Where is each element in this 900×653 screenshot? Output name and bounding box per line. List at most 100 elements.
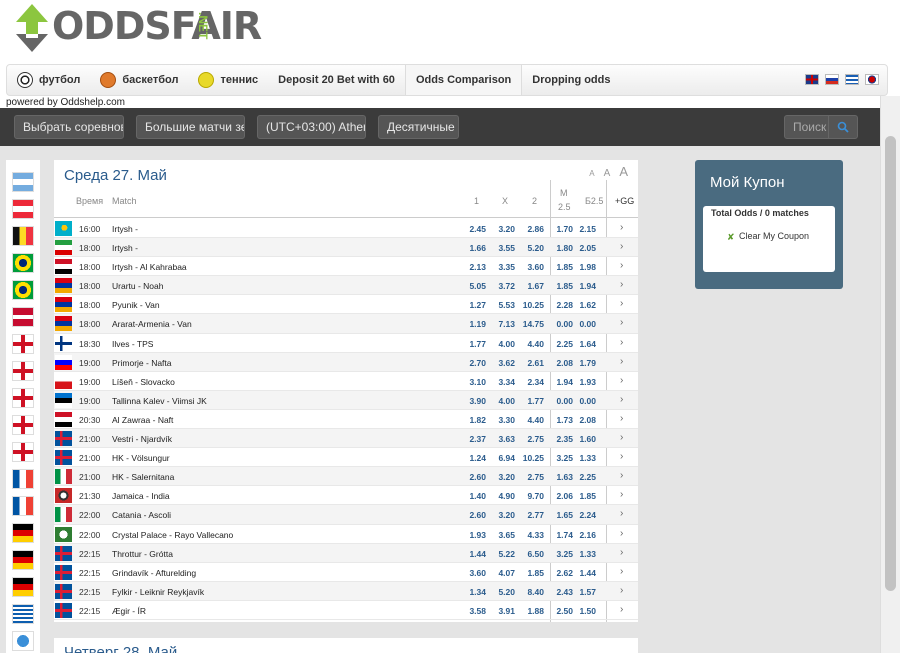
odd-x[interactable]: 4.07 (487, 568, 515, 578)
odd-1[interactable]: 1.34 (458, 587, 486, 597)
odd-2[interactable]: 2.86 (516, 224, 544, 234)
france-flag-icon[interactable] (12, 496, 34, 516)
odd-2[interactable]: 1.67 (516, 281, 544, 291)
odd-1[interactable]: 1.19 (458, 319, 486, 329)
odds-format-select[interactable]: Десятичные (378, 115, 459, 139)
match-row[interactable]: 18:30 Ilves - TPS 1.77 4.00 4.40 2.25 1.… (54, 334, 638, 353)
match-name[interactable]: Jamaica - India (112, 491, 170, 501)
font-medium-button[interactable]: A (604, 168, 611, 179)
col-2-header[interactable]: 2 (532, 196, 537, 206)
chevron-right-icon[interactable]: › (620, 222, 623, 233)
odd-b[interactable]: 2.05 (568, 243, 596, 253)
brazil-flag-icon[interactable] (12, 280, 34, 300)
match-row[interactable]: 22:00 Catania - Ascoli 2.60 3.20 2.77 1.… (54, 505, 638, 525)
odd-2[interactable]: 14.75 (516, 319, 544, 329)
odd-2[interactable]: 6.50 (516, 549, 544, 559)
odd-b[interactable]: 2.16 (568, 530, 596, 540)
match-row[interactable]: 19:00 Primorje - Nafta 2.70 3.62 2.61 2.… (54, 352, 638, 372)
match-name[interactable]: Throttur - Grótta (112, 549, 173, 559)
odd-2[interactable]: 2.61 (516, 358, 544, 368)
nav-dropping-odds[interactable]: Dropping odds (522, 65, 620, 95)
odd-1[interactable]: 1.24 (458, 453, 486, 463)
match-row[interactable]: 18:00 Irtysh - Al Kahrabaa 2.13 3.35 3.6… (54, 257, 638, 277)
odd-2[interactable]: 1.85 (516, 568, 544, 578)
odd-1[interactable]: 1.77 (458, 339, 486, 349)
odd-1[interactable]: 3.10 (458, 377, 486, 387)
argentina-flag-icon[interactable] (12, 172, 34, 192)
england-flag-icon[interactable] (12, 361, 34, 381)
chevron-right-icon[interactable]: › (620, 241, 623, 252)
odd-1[interactable]: 3.90 (458, 396, 486, 406)
chevron-right-icon[interactable]: › (620, 279, 623, 290)
austria-flag-icon[interactable] (12, 199, 34, 219)
chevron-right-icon[interactable]: › (620, 317, 623, 328)
odd-1[interactable]: 1.82 (458, 415, 486, 425)
font-small-button[interactable]: A (589, 169, 594, 178)
match-row[interactable]: 19:00 Líšeň - Slovacko 3.10 3.34 2.34 1.… (54, 372, 638, 391)
odd-2[interactable]: 2.34 (516, 377, 544, 387)
match-name[interactable]: Primorje - Nafta (112, 358, 172, 368)
odd-b[interactable]: 1.64 (568, 339, 596, 349)
world-flag-icon[interactable] (12, 631, 34, 651)
chevron-right-icon[interactable]: › (620, 394, 623, 405)
odd-b[interactable]: 0.00 (568, 396, 596, 406)
match-row[interactable]: 22:15 Grindavík - Afturelding 3.60 4.07 … (54, 563, 638, 582)
chevron-right-icon[interactable]: › (620, 260, 623, 271)
search-button[interactable] (828, 116, 856, 138)
england-flag-icon[interactable] (12, 415, 34, 435)
odd-x[interactable]: 3.91 (487, 606, 515, 616)
odd-2[interactable]: 9.70 (516, 491, 544, 501)
site-logo[interactable]: ODDSFAIR .NET (12, 2, 262, 62)
match-row[interactable]: 22:15 Ægir - ÍR 3.58 3.91 1.88 2.50 1.50… (54, 601, 638, 620)
match-name[interactable]: Grindavík - Afturelding (112, 568, 196, 578)
england-flag-icon[interactable] (12, 442, 34, 462)
uk-flag-icon[interactable] (805, 74, 819, 85)
odd-2[interactable]: 4.33 (516, 530, 544, 540)
korea-flag-icon[interactable] (865, 74, 879, 85)
odd-x[interactable]: 4.90 (487, 491, 515, 501)
chevron-right-icon[interactable]: › (620, 566, 623, 577)
chevron-right-icon[interactable]: › (620, 356, 623, 367)
odd-b[interactable]: 0.00 (568, 319, 596, 329)
chevron-right-icon[interactable]: › (620, 508, 623, 519)
chevron-right-icon[interactable]: › (620, 375, 623, 386)
nav-basketball[interactable]: баскетбол (90, 65, 188, 95)
col-1-header[interactable]: 1 (474, 196, 479, 206)
match-name[interactable]: Irtysh - (112, 243, 138, 253)
chevron-right-icon[interactable]: › (620, 604, 623, 615)
match-name[interactable]: HK - Salernitana (112, 472, 174, 482)
brazil-flag-icon[interactable] (12, 253, 34, 273)
odd-x[interactable]: 3.65 (487, 530, 515, 540)
odd-x[interactable]: 6.94 (487, 453, 515, 463)
match-row[interactable]: 22:15 Throttur - Grótta 1.44 5.22 6.50 3… (54, 543, 638, 563)
match-name[interactable]: Vestri - Njardvík (112, 434, 172, 444)
col-b-header[interactable]: Б2.5 (585, 196, 603, 206)
match-name[interactable]: Líšeň - Slovacko (112, 377, 175, 387)
odd-b[interactable]: 1.85 (568, 491, 596, 501)
odd-2[interactable]: 1.88 (516, 606, 544, 616)
match-row[interactable]: 19:00 Tallinna Kalev - Viimsi JK 3.90 4.… (54, 390, 638, 410)
powered-by-link[interactable]: powered by Oddshelp.com (6, 97, 125, 108)
odd-2[interactable]: 2.75 (516, 472, 544, 482)
odd-x[interactable]: 3.62 (487, 358, 515, 368)
odd-1[interactable]: 2.60 (458, 510, 486, 520)
odd-x[interactable]: 3.20 (487, 224, 515, 234)
match-name[interactable]: Pyunik - Van (112, 300, 160, 310)
match-row[interactable]: 21:00 HK - Völsungur 1.24 6.94 10.25 3.2… (54, 448, 638, 468)
greece-flag-icon[interactable] (845, 74, 859, 85)
odd-x[interactable]: 5.22 (487, 549, 515, 559)
odd-1[interactable]: 5.05 (458, 281, 486, 291)
odd-1[interactable]: 1.44 (458, 549, 486, 559)
england-flag-icon[interactable] (12, 334, 34, 354)
odd-x[interactable]: 7.13 (487, 319, 515, 329)
match-row[interactable]: 21:30 Jamaica - India 1.40 4.90 9.70 2.0… (54, 486, 638, 506)
match-row[interactable]: 18:00 Ararat-Armenia - Van 1.19 7.13 14.… (54, 314, 638, 334)
match-name[interactable]: Crystal Palace - Rayo Vallecano (112, 530, 233, 540)
germany-flag-icon[interactable] (12, 550, 34, 570)
nav-deposit-promo[interactable]: Deposit 20 Bet with 60 (268, 65, 405, 95)
odd-b[interactable]: 1.50 (568, 606, 596, 616)
odd-x[interactable]: 3.34 (487, 377, 515, 387)
odd-x[interactable]: 3.30 (487, 415, 515, 425)
odd-b[interactable]: 1.93 (568, 377, 596, 387)
competition-select[interactable]: Выбрать соревнов (14, 115, 124, 139)
